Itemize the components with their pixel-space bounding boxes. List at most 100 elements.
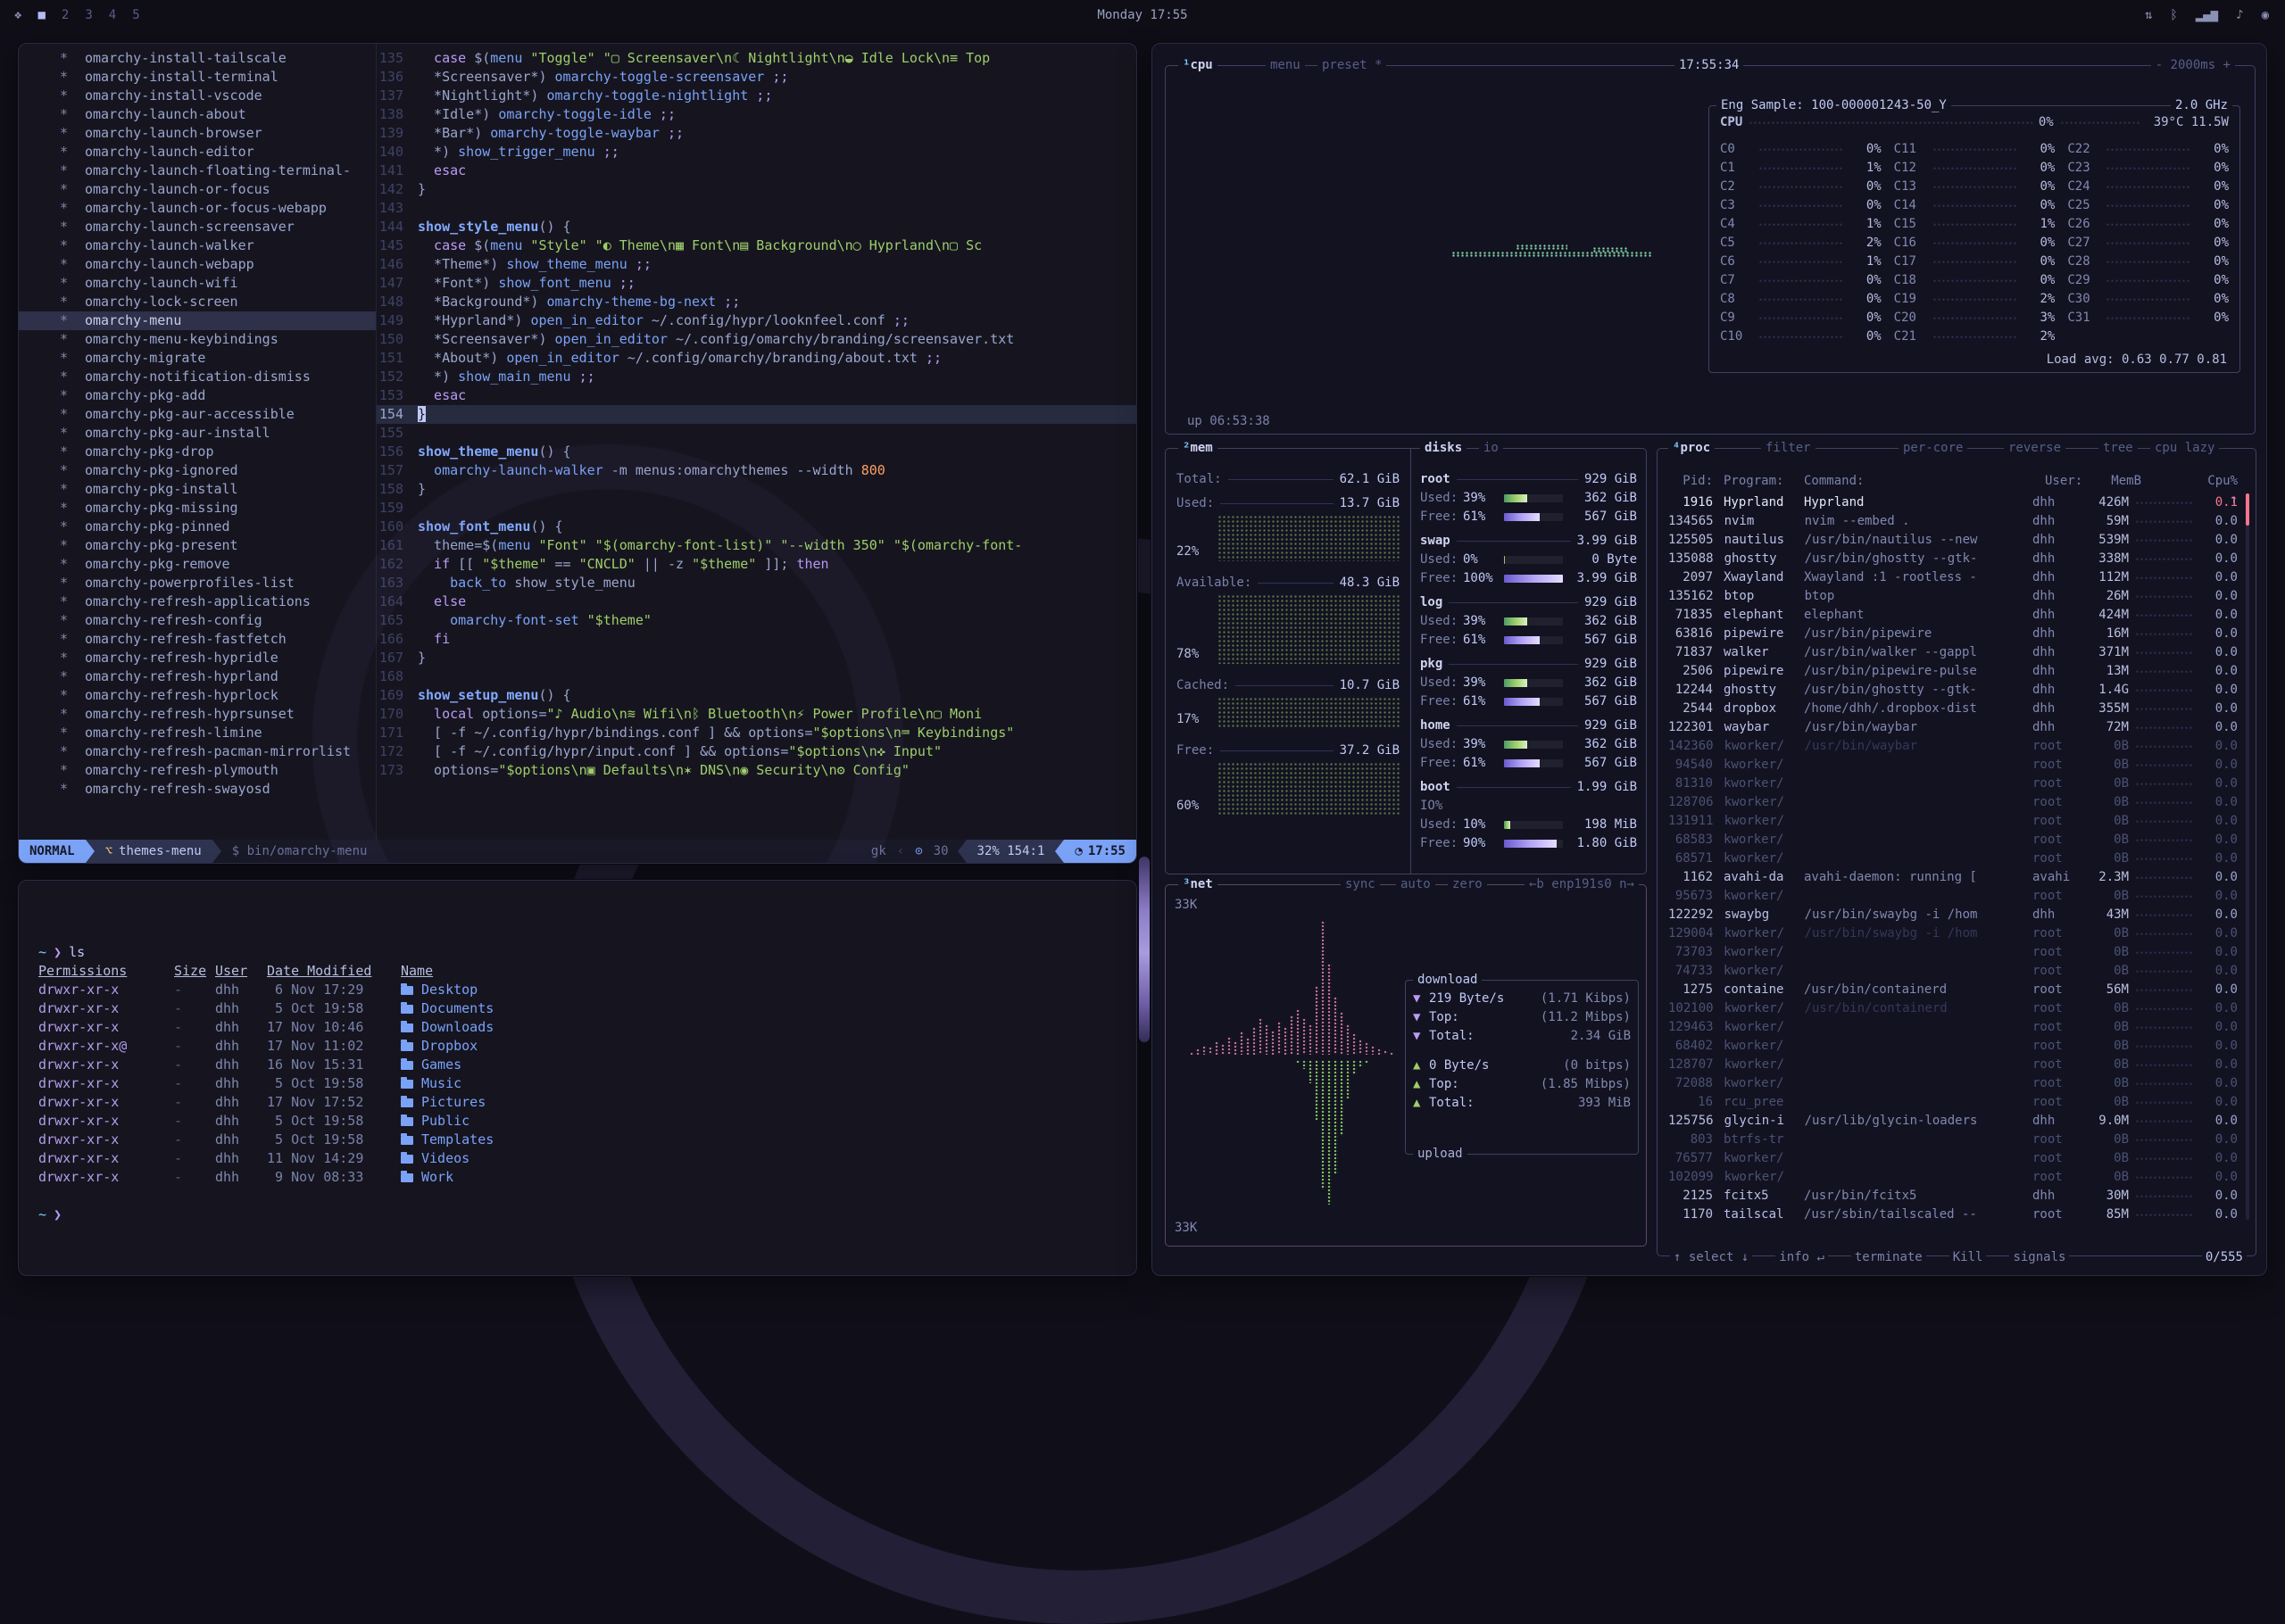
preset-tab[interactable]: preset *: [1317, 57, 1386, 74]
file-list-pane[interactable]: *omarchy-install-tailscale *omarchy-insta…: [19, 44, 376, 840]
code-line[interactable]: 160show_font_menu() {: [377, 518, 1136, 536]
process-row[interactable]: 131911kworker/root0B0.0: [1668, 812, 2238, 831]
ls-row[interactable]: drwxr-xr-x-dhh16 Nov 15:31Games: [38, 1056, 1136, 1074]
file-item[interactable]: *omarchy-launch-or-focus-webapp: [19, 199, 376, 218]
process-row[interactable]: 102099kworker/root0B0.0: [1668, 1168, 2238, 1187]
file-item[interactable]: *omarchy-refresh-plymouth: [19, 761, 376, 780]
process-row[interactable]: 16rcu_preeroot0B0.0: [1668, 1093, 2238, 1112]
code-line[interactable]: 163 back_to show_style_menu: [377, 574, 1136, 592]
code-line[interactable]: 143: [377, 199, 1136, 218]
process-row[interactable]: 76577kworker/root0B0.0: [1668, 1149, 2238, 1168]
code-line[interactable]: 142}: [377, 180, 1136, 199]
process-row[interactable]: 1916HyprlandHyprlanddhh426M0.1: [1668, 493, 2238, 512]
process-row[interactable]: 72088kworker/root0B0.0: [1668, 1074, 2238, 1093]
file-item[interactable]: *omarchy-pkg-ignored: [19, 461, 376, 480]
sync-tab[interactable]: sync: [1341, 876, 1380, 893]
process-row[interactable]: 12244ghostty/usr/bin/ghostty --gtk-dhh1.…: [1668, 681, 2238, 700]
process-row[interactable]: 63816pipewire/usr/bin/pipewiredhh16M0.0: [1668, 625, 2238, 643]
file-item[interactable]: *omarchy-pkg-pinned: [19, 518, 376, 536]
file-item[interactable]: *omarchy-menu-keybindings: [19, 330, 376, 349]
code-line[interactable]: 139 *Bar*) omarchy-toggle-waybar ;;: [377, 124, 1136, 143]
code-line[interactable]: 157 omarchy-launch-walker -m menus:omarc…: [377, 461, 1136, 480]
process-row[interactable]: 102100kworker//usr/bin/containerdroot0B0…: [1668, 999, 2238, 1018]
process-scrollbar[interactable]: [2246, 493, 2249, 1220]
btop-window[interactable]: ¹cpu menu preset * 17:55:34 - 2000ms + E…: [1151, 43, 2267, 1276]
ls-row[interactable]: drwxr-xr-x-dhh 5 Oct 19:58Music: [38, 1074, 1136, 1093]
file-item[interactable]: *omarchy-refresh-pacman-mirrorlist: [19, 742, 376, 761]
scrollbar-thumb[interactable]: [2246, 493, 2249, 526]
file-item[interactable]: *omarchy-refresh-hyprlock: [19, 686, 376, 705]
per-core-tab[interactable]: per-core: [1899, 440, 1967, 457]
signals-button[interactable]: signals: [2009, 1250, 2069, 1264]
process-header-row[interactable]: Pid:Program:Command:User:MemBCpu% ↑: [1668, 472, 2238, 491]
process-row[interactable]: 803btrfs-trroot0B0.0: [1668, 1131, 2238, 1149]
code-line[interactable]: 137 *Nightlight*) omarchy-toggle-nightli…: [377, 87, 1136, 105]
ls-row[interactable]: drwxr-xr-x-dhh11 Nov 14:29Videos: [38, 1149, 1136, 1168]
cpu-lazy-tab[interactable]: cpu lazy: [2150, 440, 2219, 457]
net-tab[interactable]: ³net: [1178, 876, 1217, 893]
code-line[interactable]: 170 local options="♪ Audio\n≋ Wifi\nᛒ Bl…: [377, 705, 1136, 724]
process-row[interactable]: 129463kworker/root0B0.0: [1668, 1018, 2238, 1037]
ls-row[interactable]: drwxr-xr-x-dhh17 Nov 17:52Pictures: [38, 1093, 1136, 1112]
auto-tab[interactable]: auto: [1396, 876, 1435, 893]
process-row[interactable]: 73703kworker/root0B0.0: [1668, 943, 2238, 962]
process-row[interactable]: 122292swaybg/usr/bin/swaybg -i /homdhh43…: [1668, 906, 2238, 924]
terminal-window[interactable]: ~ ❯ ls PermissionsSizeUserDate ModifiedN…: [18, 880, 1137, 1276]
file-item[interactable]: *omarchy-pkg-remove: [19, 555, 376, 574]
process-row[interactable]: 2125fcitx5/usr/bin/fcitx5dhh30M0.0: [1668, 1187, 2238, 1206]
interface-selector[interactable]: ←b enp191s0 n→: [1525, 876, 1639, 893]
file-item[interactable]: *omarchy-notification-dismiss: [19, 368, 376, 386]
file-item[interactable]: *omarchy-launch-webapp: [19, 255, 376, 274]
process-row[interactable]: 1170tailscal/usr/sbin/tailscaled --root8…: [1668, 1206, 2238, 1224]
file-item[interactable]: *omarchy-launch-walker: [19, 236, 376, 255]
process-row[interactable]: 95673kworker/root0B0.0: [1668, 887, 2238, 906]
file-item[interactable]: *omarchy-launch-wifi: [19, 274, 376, 293]
process-row[interactable]: 71837walker/usr/bin/walker --gappldhh371…: [1668, 643, 2238, 662]
process-row[interactable]: 74733kworker/root0B0.0: [1668, 962, 2238, 981]
file-item[interactable]: *omarchy-launch-about: [19, 105, 376, 124]
process-row[interactable]: 134565nvimnvim --embed .dhh59M0.0: [1668, 512, 2238, 531]
file-item[interactable]: *omarchy-refresh-swayosd: [19, 780, 376, 799]
file-item[interactable]: *omarchy-powerprofiles-list: [19, 574, 376, 592]
code-line[interactable]: 162 if [[ "$theme" == "CNCLD" || -z "$th…: [377, 555, 1136, 574]
process-row[interactable]: 1275containe/usr/bin/containerdroot56M0.…: [1668, 981, 2238, 999]
file-item[interactable]: *omarchy-launch-floating-terminal-: [19, 162, 376, 180]
file-item[interactable]: *omarchy-refresh-fastfetch: [19, 630, 376, 649]
code-line[interactable]: 141 esac: [377, 162, 1136, 180]
ls-row[interactable]: drwxr-xr-x-dhh 5 Oct 19:58Documents: [38, 999, 1136, 1018]
file-item[interactable]: *omarchy-launch-screensaver: [19, 218, 376, 236]
file-item[interactable]: *omarchy-pkg-present: [19, 536, 376, 555]
prompt-line[interactable]: ~ ❯: [38, 1206, 1136, 1224]
info-button[interactable]: info ↵: [1775, 1250, 1828, 1264]
process-row[interactable]: 128707kworker/root0B0.0: [1668, 1056, 2238, 1074]
select-hint[interactable]: ↑ select ↓: [1670, 1250, 1752, 1264]
file-item[interactable]: *omarchy-pkg-drop: [19, 443, 376, 461]
code-line[interactable]: 147 *Font*) show_font_menu ;;: [377, 274, 1136, 293]
code-line[interactable]: 150 *Screensaver*) open_in_editor ~/.con…: [377, 330, 1136, 349]
file-item[interactable]: *omarchy-launch-browser: [19, 124, 376, 143]
process-row[interactable]: 122301waybar/usr/bin/waybardhh72M0.0: [1668, 718, 2238, 737]
process-row[interactable]: 2544dropbox/home/dhh/.dropbox-distdhh355…: [1668, 700, 2238, 718]
code-line[interactable]: 156show_theme_menu() {: [377, 443, 1136, 461]
file-item[interactable]: *omarchy-refresh-limine: [19, 724, 376, 742]
ls-row[interactable]: drwxr-xr-x-dhh 5 Oct 19:58Templates: [38, 1131, 1136, 1149]
file-item[interactable]: *omarchy-refresh-applications: [19, 592, 376, 611]
code-line[interactable]: 161 theme=$(menu "Font" "$(omarchy-font-…: [377, 536, 1136, 555]
ls-row[interactable]: drwxr-xr-x-dhh 5 Oct 19:58Public: [38, 1112, 1136, 1131]
ls-row[interactable]: drwxr-xr-x@-dhh17 Nov 11:02Dropbox: [38, 1037, 1136, 1056]
file-item[interactable]: *omarchy-menu: [19, 311, 376, 330]
code-line[interactable]: 165 omarchy-font-set "$theme": [377, 611, 1136, 630]
code-line[interactable]: 146 *Theme*) show_theme_menu ;;: [377, 255, 1136, 274]
code-line[interactable]: 164 else: [377, 592, 1136, 611]
process-row[interactable]: 125505nautilus/usr/bin/nautilus --newdhh…: [1668, 531, 2238, 550]
code-line[interactable]: 153 esac: [377, 386, 1136, 405]
process-row[interactable]: 68583kworker/root0B0.0: [1668, 831, 2238, 849]
code-line[interactable]: 173 options="$options\n▣ Defaults\n✶ DNS…: [377, 761, 1136, 780]
code-line[interactable]: 158}: [377, 480, 1136, 499]
code-line[interactable]: 138 *Idle*) omarchy-toggle-idle ;;: [377, 105, 1136, 124]
kill-button[interactable]: Kill: [1949, 1250, 1987, 1264]
disks-tab[interactable]: disks: [1420, 440, 1467, 457]
process-row[interactable]: 129004kworker//usr/bin/swaybg -i /homroo…: [1668, 924, 2238, 943]
file-item[interactable]: *omarchy-install-tailscale: [19, 49, 376, 68]
file-item[interactable]: *omarchy-install-vscode: [19, 87, 376, 105]
